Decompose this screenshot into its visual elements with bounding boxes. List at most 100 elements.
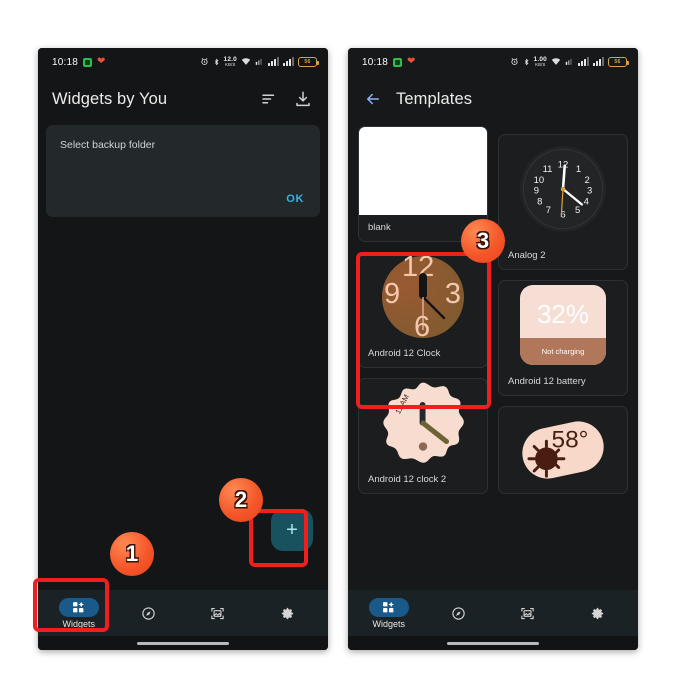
- svg-text:8: 8: [537, 196, 542, 207]
- weather-template[interactable]: 58°: [498, 406, 628, 494]
- dialog-message: Select backup folder: [60, 139, 156, 151]
- gesture-pill: [137, 641, 229, 645]
- download-icon[interactable]: [292, 88, 314, 110]
- sidebar-item-settings[interactable]: [258, 604, 316, 623]
- status-bar-right-2: 1.00 KB/S 56: [510, 56, 629, 68]
- gallery-pill-right: [508, 604, 548, 623]
- svg-text:10: 10: [534, 175, 545, 186]
- status-bar-left: 10:18 ❤: [52, 57, 106, 68]
- bluetooth-icon-2: [523, 57, 530, 67]
- screen-record-icon: [83, 57, 93, 67]
- alarm-icon: [200, 57, 209, 66]
- gesture-pill-2: [447, 641, 539, 645]
- status-bar-right-phone: 10:18 ❤ 1.00 KB/S 56: [348, 48, 638, 76]
- analog-2-thumbnail: 12 1 2 345 678 9 10 11: [499, 135, 627, 243]
- highlight-box-widgets-nav: [33, 578, 109, 632]
- svg-text:12: 12: [558, 160, 569, 171]
- data-rate-unit: KB/S: [225, 62, 236, 68]
- back-arrow-icon[interactable]: [362, 88, 384, 110]
- left-gesture-bar: [38, 636, 328, 650]
- sidebar-item-gallery[interactable]: [189, 604, 247, 623]
- sort-icon[interactable]: [258, 88, 280, 110]
- data-rate-indicator: 12.0 KB/S: [224, 56, 237, 68]
- settings-pill: [267, 604, 307, 623]
- sidebar-item-widgets-right[interactable]: Widgets: [360, 597, 418, 629]
- heart-icon: ❤: [97, 56, 106, 67]
- battery-level-label: 56: [304, 58, 311, 65]
- highlight-box-a12-clock: [356, 252, 491, 409]
- battery-percent-label: 32%: [536, 299, 590, 329]
- status-bar: 10:18 ❤ 12.0 KB/S 56: [38, 48, 328, 76]
- wifi-icon: [241, 57, 251, 66]
- explore-pill: [128, 604, 168, 623]
- battery-status-label: Not charging: [541, 347, 585, 356]
- templates-page-title: Templates: [396, 89, 473, 108]
- mobile-data-icon-2: [565, 57, 574, 66]
- gear-icon: [590, 606, 605, 621]
- screen-record-icon-2: [393, 57, 403, 67]
- signal-bars-icon-4: [593, 57, 604, 67]
- page-title: Widgets by You: [52, 89, 168, 108]
- android-12-battery-template[interactable]: 32% Not charging Android 12 battery: [498, 280, 628, 396]
- left-app-bar: Widgets by You: [38, 76, 328, 122]
- weather-thumbnail: 58°: [499, 407, 627, 493]
- template-label: Android 12 battery: [508, 376, 586, 387]
- signal-bars-icon-2: [283, 57, 294, 67]
- status-time: 10:18: [52, 56, 79, 68]
- backup-folder-dialog: Select backup folder OK: [46, 125, 320, 217]
- gear-icon: [280, 606, 295, 621]
- compass-icon: [141, 606, 156, 621]
- widgets-active-pill-right: [368, 597, 409, 617]
- signal-bars-icon-3: [578, 57, 589, 67]
- svg-text:3: 3: [587, 185, 592, 196]
- blank-thumbnail: [359, 127, 487, 215]
- sidebar-item-gallery-right[interactable]: [499, 604, 557, 623]
- svg-text:7: 7: [546, 205, 551, 216]
- sidebar-item-explore-right[interactable]: [429, 604, 487, 623]
- screenshot-stage: 10:18 ❤ 12.0 KB/S 56 Widgets by You Sele…: [0, 0, 680, 700]
- weather-temperature-label: 58°: [552, 426, 589, 453]
- template-label: Analog 2: [508, 250, 546, 261]
- sidebar-item-explore[interactable]: [119, 604, 177, 623]
- alarm-icon-2: [510, 57, 519, 66]
- svg-text:1: 1: [576, 164, 581, 175]
- wifi-icon-2: [551, 57, 561, 66]
- analog-2-template[interactable]: 12 1 2 345 678 9 10 11 Analog 2: [498, 134, 628, 270]
- data-rate-unit-2: KB/S: [535, 62, 546, 68]
- weather-widget: 58°: [515, 415, 611, 485]
- image-frame-icon: [520, 606, 535, 621]
- battery-widget: 32% Not charging: [520, 285, 606, 365]
- svg-text:2: 2: [584, 175, 589, 186]
- gallery-pill: [198, 604, 238, 623]
- right-bottom-nav: Widgets: [348, 590, 638, 636]
- battery-indicator-2: 56: [608, 56, 629, 67]
- annotation-badge-2: 2: [219, 478, 263, 522]
- blank-canvas: [359, 127, 487, 215]
- dialog-ok-button[interactable]: OK: [286, 193, 304, 205]
- annotation-badge-3: 3: [461, 219, 505, 263]
- templates-right-column: 12 1 2 345 678 9 10 11 Analog 2 32% Not …: [498, 126, 628, 494]
- svg-text:5: 5: [575, 205, 580, 216]
- sidebar-item-label: Widgets: [372, 618, 405, 629]
- explore-pill-right: [438, 604, 478, 623]
- compass-icon: [451, 606, 466, 621]
- settings-pill-right: [577, 604, 617, 623]
- sidebar-item-settings-right[interactable]: [568, 604, 626, 623]
- svg-text:9: 9: [534, 185, 539, 196]
- highlight-box-fab: [249, 509, 308, 567]
- battery-widget-thumbnail: 32% Not charging: [499, 281, 627, 369]
- svg-text:4: 4: [584, 196, 589, 207]
- mobile-data-icon: [255, 57, 264, 66]
- right-gesture-bar: [348, 636, 638, 650]
- status-bar-right: 12.0 KB/S 56: [200, 56, 319, 68]
- battery-indicator: 56: [298, 56, 319, 67]
- bluetooth-icon: [213, 57, 220, 67]
- signal-bars-icon: [268, 57, 279, 67]
- status-bar-left-2: 10:18 ❤: [362, 57, 416, 68]
- data-rate-indicator-2: 1.00 KB/S: [534, 56, 547, 68]
- status-time-2: 10:18: [362, 56, 389, 68]
- widgets-icon: [382, 601, 395, 614]
- annotation-badge-1: 1: [110, 532, 154, 576]
- template-label: Android 12 clock 2: [368, 474, 447, 485]
- heart-icon-2: ❤: [407, 56, 416, 67]
